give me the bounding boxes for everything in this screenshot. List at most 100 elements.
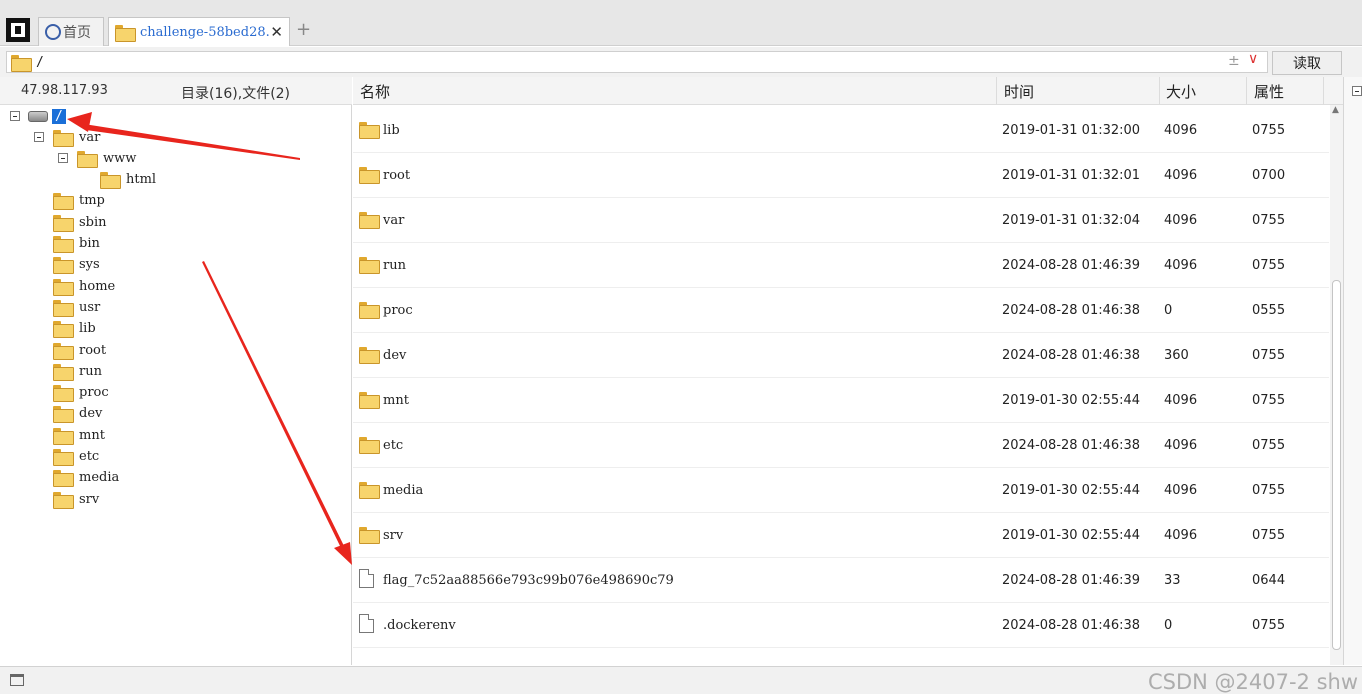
scroll-up-icon[interactable]: ▲ bbox=[1332, 105, 1339, 115]
collapse-toggle-icon[interactable] bbox=[10, 111, 20, 121]
cell-perm: 0755 bbox=[1252, 483, 1286, 498]
tree-node-home[interactable]: home bbox=[53, 276, 115, 296]
scrollbar[interactable]: ▲ bbox=[1330, 105, 1343, 665]
collapse-toggle-icon[interactable] bbox=[1352, 86, 1362, 96]
app-menu-icon[interactable] bbox=[6, 18, 30, 42]
tree-node-proc[interactable]: proc bbox=[53, 383, 109, 403]
tree-node-label: sbin bbox=[79, 214, 107, 230]
path-input[interactable]: / bbox=[6, 51, 1268, 73]
table-row[interactable]: .dockerenv 2024-08-28 01:46:38 0 0755 bbox=[353, 603, 1329, 648]
cell-size: 4096 bbox=[1164, 483, 1198, 498]
table-row[interactable]: etc 2024-08-28 01:46:38 4096 0755 bbox=[353, 423, 1329, 468]
sort-icon[interactable]: ± bbox=[1228, 53, 1240, 69]
folder-icon bbox=[115, 24, 136, 42]
folder-icon bbox=[53, 236, 74, 253]
tree-node-label: sys bbox=[79, 257, 100, 273]
cell-perm: 0755 bbox=[1252, 123, 1286, 138]
cell-time: 2019-01-31 01:32:01 bbox=[1002, 168, 1141, 183]
tree-node-bin[interactable]: bin bbox=[53, 234, 100, 254]
column-name[interactable]: 名称 bbox=[360, 81, 390, 102]
folder-icon bbox=[359, 122, 380, 139]
cell-name: proc bbox=[383, 303, 413, 318]
tab-bar: 首页 challenge-58bed28. ✕ + bbox=[0, 0, 1362, 46]
add-tab-button[interactable]: + bbox=[296, 19, 311, 40]
chevron-down-icon[interactable]: ∨ bbox=[1248, 51, 1258, 67]
tree-node-label: var bbox=[79, 129, 101, 145]
folder-icon bbox=[359, 347, 380, 364]
folder-icon bbox=[100, 172, 121, 190]
tab-home[interactable]: 首页 bbox=[38, 17, 104, 46]
tree-node-tmp[interactable]: tmp bbox=[53, 191, 105, 211]
tab-challenge[interactable]: challenge-58bed28. ✕ bbox=[108, 17, 290, 46]
window-icon bbox=[10, 674, 24, 686]
folder-icon bbox=[77, 150, 98, 168]
folder-icon bbox=[53, 406, 74, 424]
tree-node-www[interactable]: www bbox=[58, 148, 136, 168]
tree-node-mnt[interactable]: mnt bbox=[53, 425, 105, 445]
cell-size: 0 bbox=[1164, 618, 1173, 633]
tree-node-label: html bbox=[126, 172, 157, 188]
cell-time: 2024-08-28 01:46:38 bbox=[1002, 438, 1141, 453]
collapse-toggle-icon[interactable] bbox=[58, 153, 68, 164]
read-button[interactable]: 读取 bbox=[1272, 51, 1342, 75]
table-row[interactable]: root 2019-01-31 01:32:01 4096 0700 bbox=[353, 153, 1329, 198]
tab-home-label: 首页 bbox=[63, 25, 91, 41]
globe-icon bbox=[45, 24, 61, 40]
tree-node-dev[interactable]: dev bbox=[53, 404, 102, 424]
tree-node-run[interactable]: run bbox=[53, 361, 102, 381]
tree-node-lib[interactable]: lib bbox=[53, 319, 96, 339]
right-panel-strip bbox=[1343, 77, 1362, 665]
folder-icon bbox=[53, 491, 74, 509]
folder-icon bbox=[53, 278, 74, 296]
cell-name: flag_7c52aa88566e793c99b076e498690c79 bbox=[383, 573, 674, 588]
table-row[interactable]: mnt 2019-01-30 02:55:44 4096 0755 bbox=[353, 378, 1329, 423]
watermark: CSDN @2407-2 shw bbox=[1147, 670, 1358, 694]
table-row[interactable]: flag_7c52aa88566e793c99b076e498690c79 202… bbox=[353, 558, 1329, 603]
table-row[interactable]: dev 2024-08-28 01:46:38 360 0755 bbox=[353, 333, 1329, 378]
folder-icon bbox=[359, 167, 380, 184]
directory-summary: 目录(16),文件(2) bbox=[181, 86, 291, 102]
tree-node-label: srv bbox=[79, 491, 100, 507]
cell-time: 2024-08-28 01:46:38 bbox=[1002, 618, 1141, 633]
column-time[interactable]: 时间 bbox=[1004, 81, 1034, 102]
file-list: lib 2019-01-31 01:32:00 4096 0755 root 2019-0… bbox=[353, 105, 1329, 665]
tree-node-root[interactable]: root bbox=[53, 340, 106, 360]
tree-node-label: www bbox=[103, 150, 137, 166]
cell-time: 2019-01-30 02:55:44 bbox=[1002, 528, 1141, 543]
folder-icon bbox=[359, 482, 380, 499]
table-row[interactable]: var 2019-01-31 01:32:04 4096 0755 bbox=[353, 198, 1329, 243]
scroll-thumb[interactable] bbox=[1332, 280, 1341, 650]
cell-time: 2019-01-31 01:32:04 bbox=[1002, 213, 1141, 228]
tree-node-var[interactable]: var bbox=[34, 127, 100, 147]
close-tab-icon[interactable]: ✕ bbox=[270, 23, 283, 41]
tree-root[interactable]: / bbox=[10, 106, 66, 126]
table-row[interactable]: srv 2019-01-30 02:55:44 4096 0755 bbox=[353, 513, 1329, 558]
tree-node-html[interactable]: html bbox=[100, 170, 156, 190]
collapse-toggle-icon[interactable] bbox=[34, 132, 44, 142]
tree-node-sys[interactable]: sys bbox=[53, 255, 100, 275]
table-row[interactable]: lib 2019-01-31 01:32:00 4096 0755 bbox=[353, 108, 1329, 153]
folder-icon bbox=[359, 392, 380, 409]
tree-node-sbin[interactable]: sbin bbox=[53, 212, 107, 232]
cell-name: var bbox=[383, 213, 405, 228]
tree-node-srv[interactable]: srv bbox=[53, 489, 99, 509]
table-row[interactable]: media 2019-01-30 02:55:44 4096 0755 bbox=[353, 468, 1329, 513]
tree-node-label: mnt bbox=[79, 427, 105, 443]
host-address: 47.98.117.93 bbox=[21, 83, 108, 98]
cell-name: .dockerenv bbox=[383, 618, 456, 633]
column-perm[interactable]: 属性 bbox=[1254, 81, 1284, 102]
tab-challenge-label: challenge-58bed28. bbox=[140, 24, 270, 40]
tree-node-media[interactable]: media bbox=[53, 468, 119, 488]
cell-time: 2024-08-28 01:46:38 bbox=[1002, 303, 1141, 318]
cell-name: dev bbox=[383, 348, 407, 363]
cell-name: lib bbox=[383, 123, 400, 138]
folder-icon bbox=[359, 212, 380, 229]
table-row[interactable]: proc 2024-08-28 01:46:38 0 0555 bbox=[353, 288, 1329, 333]
tree-node-etc[interactable]: etc bbox=[53, 447, 99, 467]
table-row[interactable]: run 2024-08-28 01:46:39 4096 0755 bbox=[353, 243, 1329, 288]
column-size[interactable]: 大小 bbox=[1166, 81, 1196, 102]
cell-size: 4096 bbox=[1164, 168, 1198, 183]
folder-icon bbox=[53, 449, 74, 466]
tree-node-usr[interactable]: usr bbox=[53, 297, 100, 317]
cell-size: 360 bbox=[1164, 348, 1189, 363]
